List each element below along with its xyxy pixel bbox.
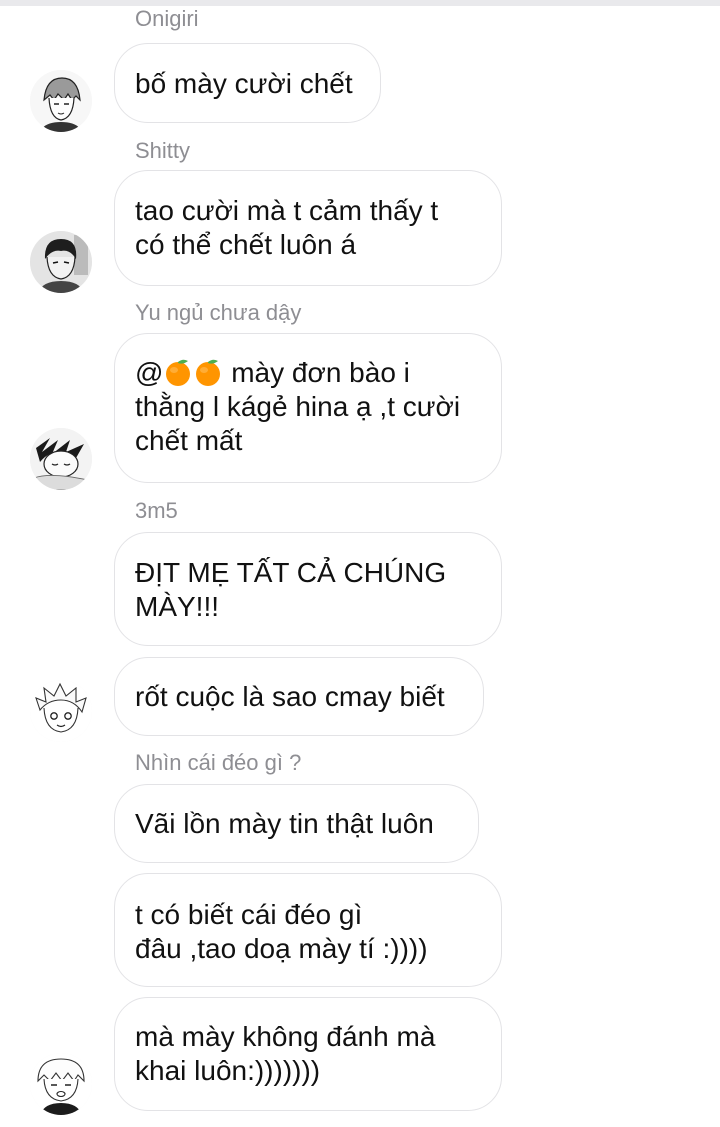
sender-name: 3m5	[135, 498, 178, 523]
tangerine-emoji-icon	[196, 359, 221, 386]
sleeping-boy-avatar[interactable]	[30, 428, 92, 490]
message-text: mà mày không đánh mà khai luôn:)))))))	[135, 1021, 436, 1086]
sender-name: Yu ngủ chưa dậy	[135, 300, 302, 325]
message-bubble[interactable]: ĐỊT MẸ TẤT CẢ CHÚNG MÀY!!!	[114, 532, 502, 646]
sender-name: Onigiri	[135, 6, 199, 31]
message-bubble[interactable]: @ mày đơn bào i thằng l kágẻ hina ạ ,t c…	[114, 333, 502, 483]
message-bubble[interactable]: rốt cuộc là sao cmay biết	[114, 657, 484, 736]
light-haired-boy-avatar[interactable]	[30, 680, 92, 742]
grey-haired-boy-avatar[interactable]	[30, 70, 92, 132]
message-bubble[interactable]: bố mày cười chết	[114, 43, 381, 123]
mention-at: @	[135, 357, 164, 388]
message-bubble[interactable]: tao cười mà t cảm thấy t có thể chết luô…	[114, 170, 502, 286]
message-text: ĐỊT MẸ TẤT CẢ CHÚNG MÀY!!!	[135, 557, 447, 622]
message-text: rốt cuộc là sao cmay biết	[135, 681, 445, 712]
message-text: bố mày cười chết	[135, 68, 353, 99]
message-text: t có biết cái đéo gì đâu ,tao doạ mày tí…	[135, 899, 428, 964]
dark-haired-boy-avatar[interactable]	[30, 231, 92, 293]
tangerine-emoji-icon	[166, 359, 191, 386]
sender-name: Shitty	[135, 138, 191, 163]
top-divider	[0, 0, 720, 6]
sender-name: Nhìn cái đéo gì ?	[135, 750, 302, 775]
message-text: tao cười mà t cảm thấy t có thể chết luô…	[135, 195, 439, 260]
message-bubble[interactable]: Vãi lồn mày tin thật luôn	[114, 784, 479, 863]
message-text: Vãi lồn mày tin thật luôn	[135, 808, 434, 839]
message-text: @ mày đơn bào i thằng l kágẻ hina ạ ,t c…	[135, 356, 481, 458]
message-bubble[interactable]: mà mày không đánh mà khai luôn:)))))))	[114, 997, 502, 1111]
blond-boy-avatar[interactable]	[30, 1053, 92, 1115]
message-bubble[interactable]: t có biết cái đéo gì đâu ,tao doạ mày tí…	[114, 873, 502, 987]
